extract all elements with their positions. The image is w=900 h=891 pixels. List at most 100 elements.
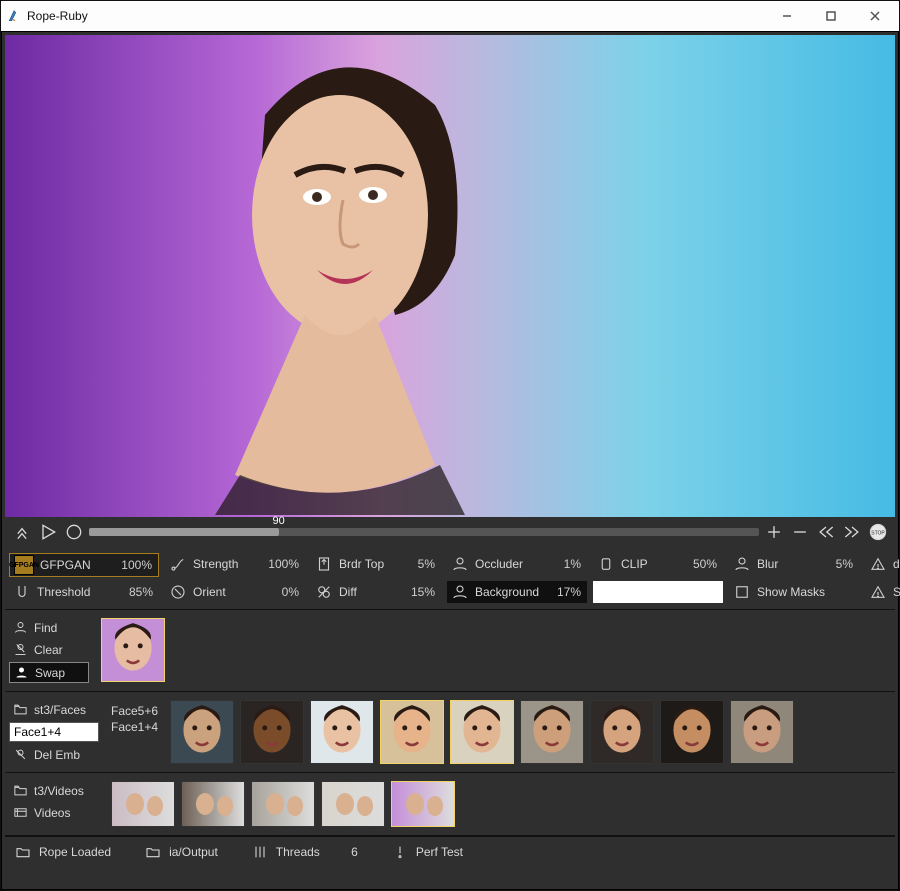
threads-control[interactable]: Threads 6 (252, 844, 358, 860)
param-threshold[interactable]: Threshold85% (9, 581, 159, 603)
param-label: Occluder (473, 557, 547, 571)
window-title: Rope-Ruby (27, 9, 88, 23)
videos-label: Videos (34, 806, 70, 820)
maximize-button[interactable] (809, 1, 853, 31)
param-background[interactable]: Background17% (447, 581, 587, 603)
param-label: Background (473, 585, 547, 599)
param-label: Show Masks (755, 585, 825, 599)
param-value: 1% (547, 557, 587, 571)
found-faces-section: Find Clear Swap (5, 610, 895, 692)
found-face-thumbnail[interactable] (101, 618, 165, 682)
face-group-1[interactable]: Face5+6 (111, 704, 158, 718)
output-videos-button[interactable]: Videos (9, 803, 99, 822)
face-group-2[interactable]: Face1+4 (111, 720, 158, 734)
tri-icon (869, 583, 887, 601)
param-value: 100% (118, 558, 158, 572)
fastforward-button[interactable] (841, 521, 863, 543)
strength-icon (169, 555, 187, 573)
faces-folder-button[interactable]: st3/Faces (9, 700, 99, 719)
param-label: GFPGAN (38, 558, 118, 572)
face-thumbnail[interactable] (590, 700, 654, 764)
face-name-input[interactable]: Face1+4 (9, 722, 99, 742)
param-blank[interactable] (593, 581, 723, 603)
minimize-button[interactable] (765, 1, 809, 31)
param-label: Scale (891, 585, 900, 599)
param-label: Blur (755, 557, 819, 571)
app-window: Rope-Ruby (0, 0, 900, 891)
swap-faces-button[interactable]: Swap (9, 662, 89, 683)
timeline-scrubber[interactable]: 90 (89, 528, 759, 536)
video-thumbnail[interactable] (111, 781, 175, 827)
status-loaded-label: Rope Loaded (39, 845, 111, 859)
swap-label: Swap (35, 666, 65, 680)
param-brdr-top[interactable]: Brdr Top5% (311, 553, 441, 575)
perf-test-button[interactable]: Perf Test (392, 844, 463, 860)
param-orient[interactable]: Orient0% (165, 581, 305, 603)
play-button[interactable] (37, 521, 59, 543)
record-button[interactable] (63, 521, 85, 543)
person-icon (451, 555, 469, 573)
close-button[interactable] (853, 1, 897, 31)
face-thumbnail[interactable] (310, 700, 374, 764)
find-faces-button[interactable]: Find (9, 618, 89, 637)
orient-icon (169, 583, 187, 601)
param-value: 0% (265, 585, 305, 599)
zoom-in-icon[interactable] (763, 521, 785, 543)
faces-thumbnail-strip (170, 700, 794, 764)
param-blur[interactable]: Blur5% (729, 553, 859, 575)
face-thumbnail[interactable] (520, 700, 584, 764)
face-thumbnail[interactable] (380, 700, 444, 764)
rewind-button[interactable] (815, 521, 837, 543)
face-thumbnail[interactable] (450, 700, 514, 764)
output-folder-button[interactable]: ia/Output (145, 844, 218, 860)
param-label: Threshold (35, 585, 119, 599)
param-value: 85% (119, 585, 159, 599)
face-actions: Find Clear Swap (9, 618, 89, 683)
threads-label: Threads (276, 845, 320, 859)
faces-library-controls: st3/Faces Face1+4 Del Emb (9, 700, 99, 764)
param-gfpgan[interactable]: GFPGANGFPGAN100% (9, 553, 159, 577)
face-thumbnail[interactable] (240, 700, 304, 764)
param-label: del_x (891, 557, 900, 571)
threads-value: 6 (328, 845, 358, 859)
app-body: 90 STOP GFPGANGFPGAN100%Strength100%Brdr… (1, 31, 899, 890)
delete-embedding-button[interactable]: Del Emb (9, 745, 99, 764)
faces-library-section: st3/Faces Face1+4 Del Emb Face5+6 Face1+… (5, 692, 895, 773)
face-thumbnail[interactable] (170, 700, 234, 764)
param-value: 5% (819, 557, 859, 571)
param-del_x[interactable]: del_x0% (865, 553, 900, 575)
brdrtop-icon (315, 555, 333, 573)
videos-thumbnail-strip (111, 781, 455, 827)
video-preview[interactable] (5, 35, 895, 517)
zoom-out-icon[interactable] (789, 521, 811, 543)
face-thumbnail[interactable] (660, 700, 724, 764)
gfpgan-icon: GFPGAN (14, 555, 34, 575)
thresh-icon (13, 583, 31, 601)
param-scale[interactable]: Scale0% (865, 581, 900, 603)
load-model-button[interactable]: Rope Loaded (15, 844, 111, 860)
face-thumbnail[interactable] (730, 700, 794, 764)
param-value: 5% (401, 557, 441, 571)
param-occluder[interactable]: Occluder1% (447, 553, 587, 575)
status-bar: Rope Loaded ia/Output Threads 6 Perf Tes… (5, 836, 895, 867)
person-icon (451, 583, 469, 601)
param-show-masks[interactable]: Show Masks (729, 581, 859, 603)
video-thumbnail[interactable] (251, 781, 315, 827)
clear-faces-button[interactable]: Clear (9, 640, 89, 659)
video-thumbnail[interactable] (391, 781, 455, 827)
sync-up-icon[interactable] (11, 521, 33, 543)
param-label: Brdr Top (337, 557, 401, 571)
window-controls (765, 1, 897, 31)
tri-icon (869, 555, 887, 573)
param-clip[interactable]: CLIP50% (593, 553, 723, 575)
videos-library-section: t3/Videos Videos (5, 773, 895, 836)
video-thumbnail[interactable] (181, 781, 245, 827)
stop-button[interactable]: STOP (867, 521, 889, 543)
param-diff[interactable]: Diff15% (311, 581, 441, 603)
video-thumbnail[interactable] (321, 781, 385, 827)
parameters-panel: GFPGANGFPGAN100%Strength100%Brdr Top5%Oc… (5, 547, 895, 610)
videos-folder-button[interactable]: t3/Videos (9, 781, 99, 800)
status-output-label: ia/Output (169, 845, 218, 859)
param-strength[interactable]: Strength100% (165, 553, 305, 575)
param-label: Strength (191, 557, 265, 571)
